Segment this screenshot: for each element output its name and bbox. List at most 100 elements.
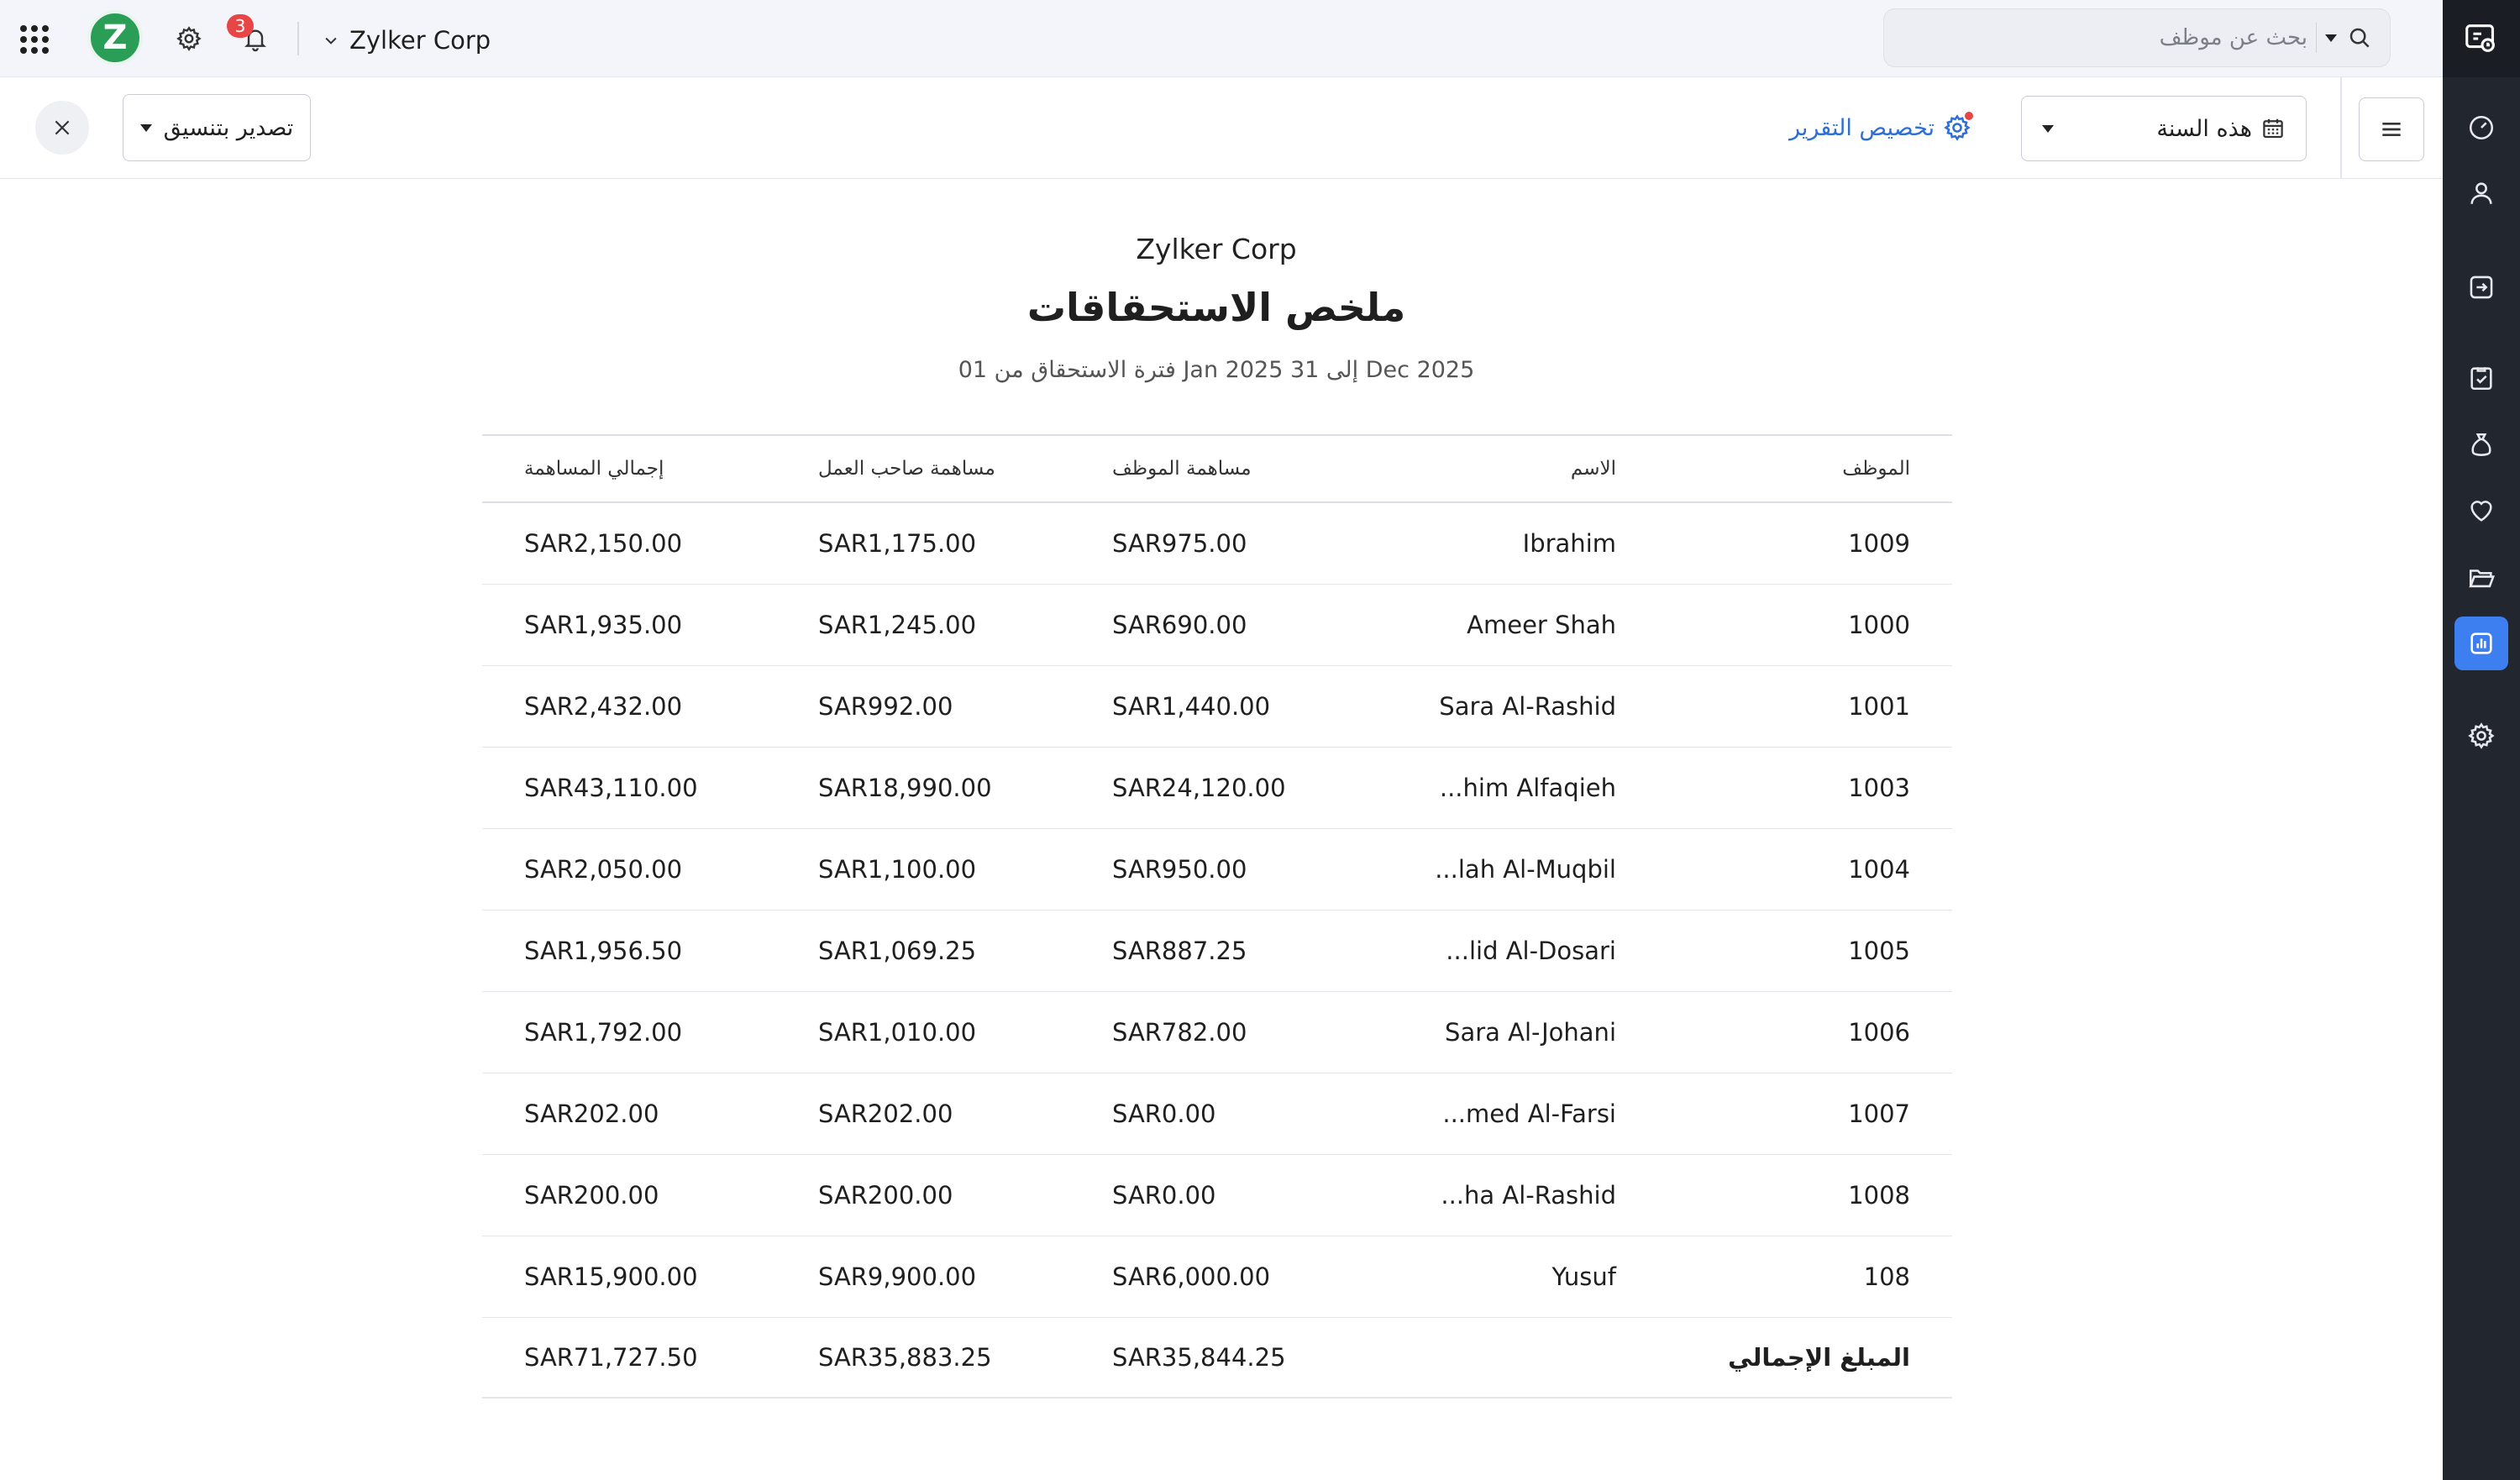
settings-icon[interactable]: [2454, 709, 2508, 763]
employer-cell: SAR9,900.00: [818, 1262, 977, 1291]
table-row[interactable]: SAR15,900.00 SAR9,900.00 SAR6,000.00 Yus…: [482, 1236, 1952, 1318]
employee-contribution-cell: SAR0.00: [1112, 1100, 1216, 1128]
employer-cell: SAR1,100.00: [818, 855, 977, 884]
employee-id-cell: 1007: [1848, 1100, 1910, 1128]
notification-count-badge: 3: [227, 14, 254, 38]
chevron-down-icon: [325, 37, 337, 45]
dashboard-icon[interactable]: [2454, 101, 2508, 155]
report-toolbar: تصدير بتنسيق تخصيص التقرير هذه السنة: [0, 77, 2443, 179]
org-switcher-label: Zylker Corp: [349, 26, 491, 55]
table-row[interactable]: SAR1,935.00 SAR1,245.00 SAR690.00 Ameer …: [482, 585, 1952, 666]
employee-id-cell: 1009: [1848, 529, 1910, 558]
org-logo[interactable]: Z: [87, 10, 143, 66]
hamburger-menu-icon: [2382, 123, 2401, 136]
name-cell: ...lid Al-Dosari: [1446, 937, 1616, 965]
total-cell: SAR2,050.00: [524, 855, 683, 884]
total-cell: SAR43,110.00: [524, 774, 698, 802]
total-cell: SAR2,432.00: [524, 692, 683, 721]
customize-indicator-dot: [1965, 112, 1974, 120]
close-icon: [55, 120, 70, 135]
top-bar: Z 3 Zylker Corp: [0, 0, 2443, 77]
table-total-row: SAR71,727.50 SAR35,883.25 SAR35,844.25 ا…: [482, 1318, 1952, 1399]
reports-icon[interactable]: [2454, 617, 2508, 670]
employee-contribution-cell: SAR24,120.00: [1112, 774, 1286, 802]
report-body: Zylker Corp ملخص الاستحقاقات فترة الاستح…: [0, 179, 2443, 1480]
total-cell: SAR1,956.50: [524, 937, 683, 965]
employee-contribution-cell: SAR975.00: [1112, 529, 1247, 558]
employer-cell: SAR1,175.00: [818, 529, 977, 558]
documents-icon[interactable]: [2454, 551, 2508, 605]
caret-down-icon: [2042, 124, 2054, 133]
export-as-button[interactable]: تصدير بتنسيق: [123, 94, 311, 161]
table-row[interactable]: SAR202.00 SAR202.00 SAR0.00 ...med Al-Fa…: [482, 1073, 1952, 1155]
loans-icon[interactable]: [2454, 418, 2508, 472]
period-label: هذه السنة: [2156, 115, 2252, 142]
pay-runs-icon[interactable]: [2454, 260, 2508, 314]
employee-id-cell: 1004: [1848, 855, 1910, 884]
caret-down-icon: [2324, 34, 2337, 42]
toolbar-divider: [2340, 77, 2342, 179]
caret-down-icon: [139, 123, 152, 132]
report-org-name: Zylker Corp: [1136, 233, 1297, 265]
calendar-icon: [2263, 118, 2283, 139]
report-menu-button[interactable]: [2359, 97, 2424, 161]
period-dropdown[interactable]: هذه السنة: [2021, 96, 2307, 161]
app-grid-icon[interactable]: [18, 24, 50, 55]
customize-report-link[interactable]: تخصيص التقرير: [1789, 111, 1974, 144]
employee-contribution-cell: SAR782.00: [1112, 1018, 1247, 1047]
approvals-icon[interactable]: [2454, 351, 2508, 405]
settings-gear-icon[interactable]: [172, 22, 206, 55]
app-switch-icon[interactable]: [2443, 0, 2520, 77]
topbar-divider: [297, 22, 299, 55]
name-cell: Sara Al-Rashid: [1439, 692, 1616, 721]
table-row[interactable]: SAR2,050.00 SAR1,100.00 SAR950.00 ...lah…: [482, 829, 1952, 911]
employee-search-box[interactable]: [1883, 8, 2391, 67]
employee-id-cell: 1001: [1848, 692, 1910, 721]
col-header-employer[interactable]: مساهمة صاحب العمل: [818, 436, 995, 501]
employer-cell: SAR1,069.25: [818, 937, 977, 965]
org-switcher[interactable]: Zylker Corp: [323, 24, 491, 57]
employee-contribution-cell: SAR950.00: [1112, 855, 1247, 884]
col-header-total[interactable]: إجمالي المساهمة: [524, 436, 664, 501]
table-header-row: إجمالي المساهمة مساهمة صاحب العمل مساهمة…: [482, 436, 1952, 503]
table-row[interactable]: SAR1,956.50 SAR1,069.25 SAR887.25 ...lid…: [482, 911, 1952, 992]
employer-cell: SAR1,010.00: [818, 1018, 977, 1047]
customize-report-label: تخصيص التقرير: [1789, 114, 1935, 141]
search-filter-dropdown[interactable]: [2316, 23, 2344, 53]
name-cell: Yusuf: [1551, 1262, 1616, 1291]
table-row[interactable]: SAR2,432.00 SAR992.00 SAR1,440.00 Sara A…: [482, 666, 1952, 748]
employee-id-cell: 1008: [1848, 1181, 1910, 1210]
search-icon[interactable]: [2344, 23, 2375, 53]
employee-id-cell: 1000: [1848, 611, 1910, 639]
report-title: ملخص الاستحقاقات: [1026, 285, 1406, 330]
employer-total-cell: SAR35,883.25: [818, 1343, 992, 1372]
employee-icon[interactable]: [2454, 166, 2508, 220]
total-cell: SAR202.00: [524, 1100, 659, 1128]
table-row[interactable]: SAR43,110.00 SAR18,990.00 SAR24,120.00 .…: [482, 748, 1952, 829]
name-cell: ...med Al-Farsi: [1442, 1100, 1616, 1128]
grand-total-cell: SAR71,727.50: [524, 1343, 698, 1372]
col-header-employee-contribution[interactable]: مساهمة الموظف: [1112, 436, 1252, 501]
table-row[interactable]: SAR2,150.00 SAR1,175.00 SAR975.00 Ibrahi…: [482, 503, 1952, 585]
col-header-name[interactable]: الاسم: [1571, 436, 1616, 501]
employer-cell: SAR1,245.00: [818, 611, 977, 639]
benefits-icon[interactable]: [2454, 484, 2508, 538]
employee-contribution-cell: SAR0.00: [1112, 1181, 1216, 1210]
total-cell: SAR15,900.00: [524, 1262, 698, 1291]
close-report-button[interactable]: [35, 101, 89, 155]
table-row[interactable]: SAR200.00 SAR200.00 SAR0.00 ...ha Al-Ras…: [482, 1155, 1952, 1236]
employee-contribution-cell: SAR887.25: [1112, 937, 1247, 965]
total-cell: SAR1,792.00: [524, 1018, 683, 1047]
name-cell: ...him Alfaqieh: [1439, 774, 1616, 802]
report-period: فترة الاستحقاق من 01 Jan 2025 إلى 31 Dec…: [958, 357, 1475, 383]
col-header-employee[interactable]: الموظف: [1842, 436, 1910, 501]
export-as-label: تصدير بتنسيق: [163, 114, 294, 141]
name-cell: Ibrahim: [1522, 529, 1616, 558]
name-cell: Sara Al-Johani: [1445, 1018, 1616, 1047]
total-label: المبلغ الإجمالي: [1728, 1343, 1910, 1372]
employee-id-cell: 108: [1863, 1262, 1910, 1291]
employee-total-cell: SAR35,844.25: [1112, 1343, 1286, 1372]
table-row[interactable]: SAR1,792.00 SAR1,010.00 SAR782.00 Sara A…: [482, 992, 1952, 1073]
employee-search-input[interactable]: [1899, 25, 2307, 50]
name-cell: ...ha Al-Rashid: [1441, 1181, 1616, 1210]
